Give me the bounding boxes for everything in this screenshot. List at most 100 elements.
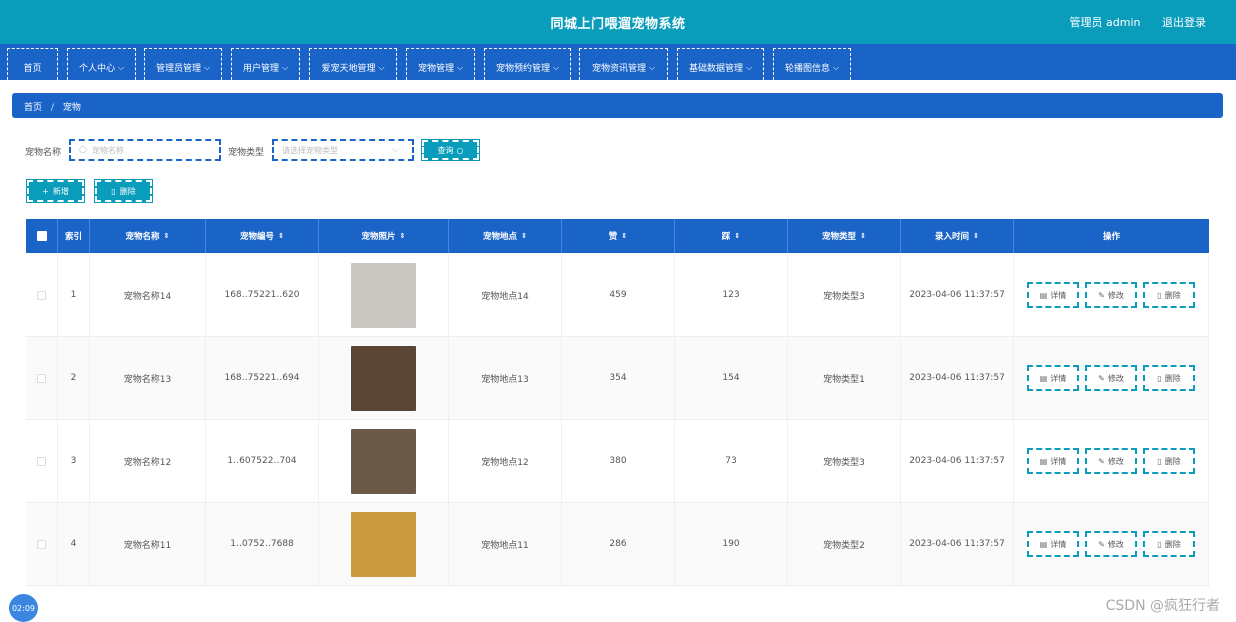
detail-button[interactable]: ▤ 详情 <box>1027 282 1079 308</box>
row-select-cell[interactable] <box>26 337 58 419</box>
timer-badge: 02:09 <box>9 594 38 622</box>
cell-place: 宠物地点12 <box>449 420 562 502</box>
sort-icon[interactable]: ⇕ <box>164 232 170 240</box>
col-label: 宠物照片 <box>361 232 396 242</box>
sort-icon[interactable]: ⇕ <box>973 232 979 240</box>
row-select-cell[interactable] <box>26 503 58 585</box>
col-type[interactable]: 宠物类型 ⇕ <box>788 219 901 253</box>
col-index: 索引 <box>58 219 90 253</box>
sort-icon[interactable]: ⇕ <box>860 232 866 240</box>
row-select-cell[interactable] <box>26 254 58 336</box>
nav-label: 个人中心 <box>78 64 115 74</box>
pet-type-select[interactable]: 请选择宠物类型 ⌵ <box>272 139 414 161</box>
row-checkbox[interactable] <box>37 373 46 383</box>
col-place[interactable]: 宠物地点 ⇕ <box>449 219 562 253</box>
col-dislikes[interactable]: 踩 ⇕ <box>675 219 788 253</box>
pet-photo[interactable] <box>351 428 416 494</box>
delete-button[interactable]: ▯ 删除 <box>1143 365 1195 391</box>
cell-time: 2023-04-06 11:37:57 <box>901 503 1014 585</box>
nav-item-personal[interactable]: 个人中心 ⌵ <box>67 48 136 80</box>
pet-type-label: 宠物类型 <box>228 148 265 158</box>
delete-label: 删除 <box>119 186 136 196</box>
cell-index: 3 <box>58 420 90 502</box>
cell-time: 2023-04-06 11:37:57 <box>901 420 1014 502</box>
table-row: 1 宠物名称14 168‥75221‥620 宠物地点14 459 123 宠物类型3 202… <box>26 254 1209 337</box>
edit-button[interactable]: ✎ 修改 <box>1085 282 1137 308</box>
delete-button[interactable]: ▯ 删除 <box>1143 531 1195 557</box>
delete-button[interactable]: ▯ 删除 <box>1143 282 1195 308</box>
cell-dislikes: 123 <box>675 254 788 336</box>
cell-name: 宠物名称13 <box>90 337 206 419</box>
detail-button-label: 详情 <box>1050 456 1067 466</box>
select-all-cell[interactable] <box>26 219 58 253</box>
nav-label: 宠物预约管理 <box>495 64 550 74</box>
col-time[interactable]: 录入时间 ⇕ <box>901 219 1014 253</box>
row-checkbox[interactable] <box>37 456 46 466</box>
nav-label: 宠物资讯管理 <box>591 64 646 74</box>
current-user[interactable]: 管理员 admin <box>1070 16 1141 29</box>
nav-label: 管理员管理 <box>155 64 201 74</box>
pet-name-input[interactable]: ○ 宠物名称 <box>69 139 221 161</box>
nav-label: 首页 <box>23 64 42 74</box>
select-all-checkbox[interactable] <box>36 231 47 241</box>
add-button[interactable]: + 新增 <box>26 179 85 203</box>
cell-code: 1‥607522‥704 <box>206 420 319 502</box>
nav-item-users[interactable]: 用户管理 ⌵ <box>231 48 300 80</box>
cell-time: 2023-04-06 11:37:57 <box>901 337 1014 419</box>
nav-item-admin[interactable]: 管理员管理 ⌵ <box>144 48 222 80</box>
pet-photo[interactable] <box>351 262 416 328</box>
pencil-icon: ✎ <box>1098 373 1105 383</box>
pet-photo[interactable] <box>351 511 416 577</box>
edit-button[interactable]: ✎ 修改 <box>1085 448 1137 474</box>
detail-button-label: 详情 <box>1050 290 1067 300</box>
nav-item-news[interactable]: 宠物资讯管理 ⌵ <box>579 48 668 80</box>
sort-icon[interactable]: ⇕ <box>278 232 284 240</box>
nav-item-appointments[interactable]: 宠物预约管理 ⌵ <box>484 48 571 80</box>
cell-type: 宠物类型2 <box>788 503 901 585</box>
col-photo[interactable]: 宠物照片 ⇕ <box>319 219 449 253</box>
col-label: 操作 <box>1102 232 1120 242</box>
detail-button[interactable]: ▤ 详情 <box>1027 531 1079 557</box>
col-code[interactable]: 宠物编号 ⇕ <box>206 219 319 253</box>
col-likes[interactable]: 赞 ⇕ <box>562 219 675 253</box>
nav-item-home[interactable]: 首页 <box>7 48 58 80</box>
nav-item-pet-world[interactable]: 爱宠天地管理 ⌵ <box>309 48 397 80</box>
breadcrumb-current: 宠物 <box>62 103 81 113</box>
edit-button-label: 修改 <box>1107 456 1124 466</box>
cell-place: 宠物地点11 <box>449 503 562 585</box>
chevron-down-icon: ⌵ <box>832 62 840 72</box>
watermark: CSDN @疯狂行者 <box>1105 598 1220 614</box>
detail-button[interactable]: ▤ 详情 <box>1027 365 1079 391</box>
pencil-icon: ✎ <box>1098 456 1105 466</box>
edit-button[interactable]: ✎ 修改 <box>1085 531 1137 557</box>
nav-item-carousel[interactable]: 轮播图信息 ⌵ <box>773 48 851 80</box>
logout-link[interactable]: 退出登录 <box>1162 16 1206 29</box>
delete-button[interactable]: ▯ 删除 <box>1143 448 1195 474</box>
row-checkbox[interactable] <box>37 539 46 549</box>
pet-photo[interactable] <box>351 345 416 411</box>
row-checkbox[interactable] <box>37 290 46 300</box>
sort-icon[interactable]: ⇕ <box>734 232 740 240</box>
nav-item-pets[interactable]: 宠物管理 ⌵ <box>406 48 475 80</box>
pencil-icon: ✎ <box>1098 539 1105 549</box>
sort-icon[interactable]: ⇕ <box>521 232 527 240</box>
cell-actions: ▤ 详情 ✎ 修改 ▯ 删除 <box>1014 337 1209 419</box>
search-icon: ○ <box>456 145 464 155</box>
col-name[interactable]: 宠物名称 ⇕ <box>90 219 206 253</box>
pet-type-placeholder: 请选择宠物类型 <box>282 145 338 155</box>
detail-button[interactable]: ▤ 详情 <box>1027 448 1079 474</box>
batch-delete-button[interactable]: ▯ 删除 <box>94 179 153 203</box>
breadcrumb-home[interactable]: 首页 <box>24 103 42 113</box>
pet-name-label: 宠物名称 <box>25 148 62 158</box>
file-icon: ▤ <box>1039 456 1048 466</box>
sort-icon[interactable]: ⇕ <box>400 232 406 240</box>
cell-actions: ▤ 详情 ✎ 修改 ▯ 删除 <box>1014 254 1209 336</box>
cell-actions: ▤ 详情 ✎ 修改 ▯ 删除 <box>1014 420 1209 502</box>
edit-button[interactable]: ✎ 修改 <box>1085 365 1137 391</box>
nav-label: 用户管理 <box>242 64 279 74</box>
cell-dislikes: 73 <box>675 420 788 502</box>
nav-item-basic-data[interactable]: 基础数据管理 ⌵ <box>677 48 764 80</box>
sort-icon[interactable]: ⇕ <box>621 232 627 240</box>
query-button[interactable]: 查询 ○ <box>421 139 480 161</box>
row-select-cell[interactable] <box>26 420 58 502</box>
